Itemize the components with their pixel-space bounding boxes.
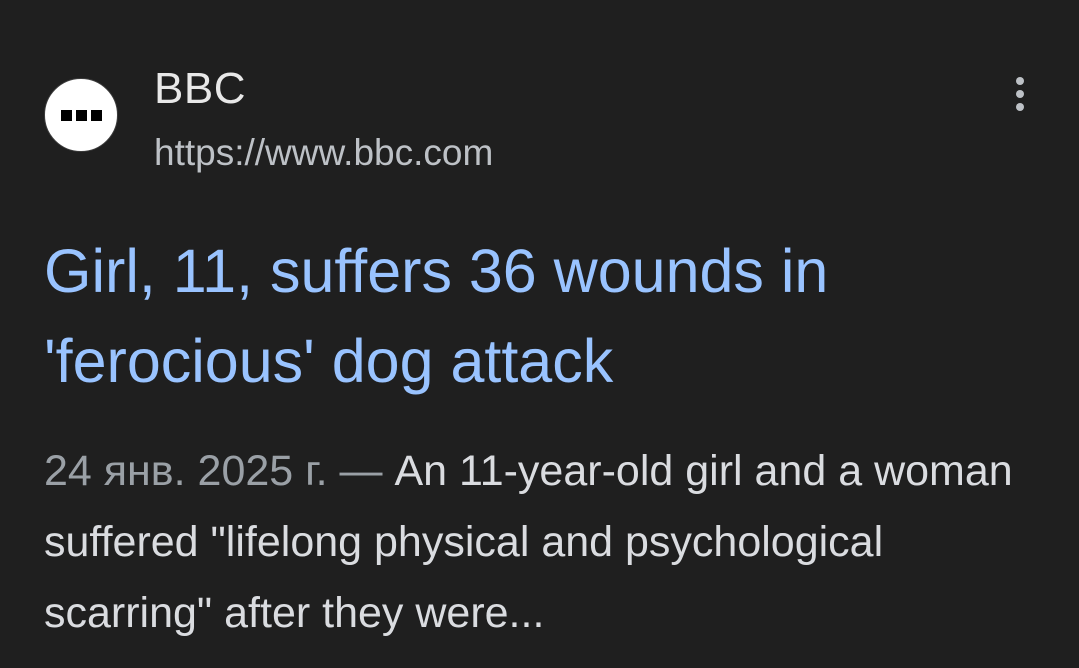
search-result-card: BBC https://www.bbc.com Girl, 11, suffer… xyxy=(0,0,1079,668)
more-vert-icon-dot xyxy=(1016,77,1024,85)
result-date: 24 янв. 2025 г. xyxy=(44,447,328,495)
bbc-logo-block xyxy=(75,109,87,121)
bbc-logo-block xyxy=(60,109,72,121)
site-url: https://www.bbc.com xyxy=(154,132,494,173)
bbc-logo-block xyxy=(90,109,102,121)
site-name: BBC xyxy=(154,64,246,113)
more-vert-icon-dot xyxy=(1016,90,1024,98)
result-source[interactable]: BBC https://www.bbc.com xyxy=(44,60,1044,180)
result-title-link[interactable]: Girl, 11, suffers 36 wounds in 'ferociou… xyxy=(44,226,1044,406)
date-separator: — xyxy=(327,447,395,495)
result-snippet: 24 янв. 2025 г. — An 11-year-old girl an… xyxy=(44,436,1034,649)
more-options-button[interactable] xyxy=(1002,72,1038,116)
more-vert-icon-dot xyxy=(1016,103,1024,111)
bbc-logo-icon xyxy=(44,78,118,152)
